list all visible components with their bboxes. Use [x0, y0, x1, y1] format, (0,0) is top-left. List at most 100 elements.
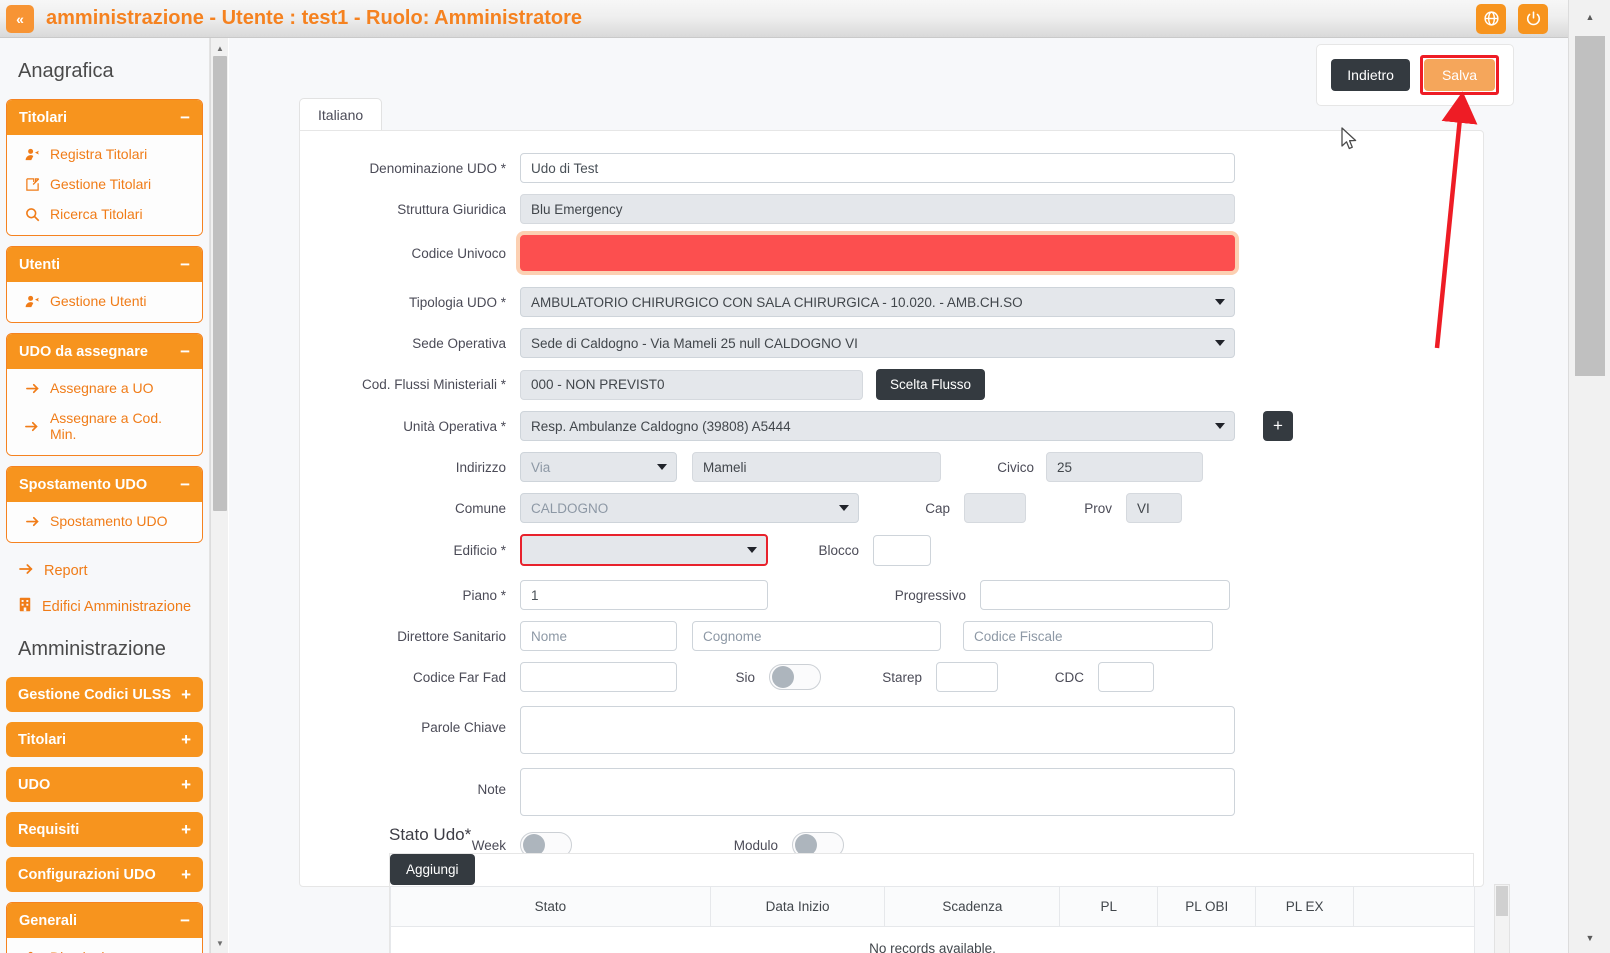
- sidebar-group-header[interactable]: Requisiti +: [6, 812, 203, 847]
- sidebar-group-header[interactable]: Titolari +: [6, 722, 203, 757]
- starep-input[interactable]: [936, 662, 998, 692]
- sidebar-group-label: Utenti: [19, 257, 60, 273]
- label-modulo: Modulo: [572, 838, 792, 853]
- label-prov: Prov: [1026, 501, 1126, 516]
- scroll-up-icon[interactable]: ▲: [211, 40, 229, 56]
- sidebar-group-label: Generali: [19, 913, 77, 929]
- codice-far-fad-input[interactable]: [520, 662, 677, 692]
- sidebar-group-label: UDO: [18, 777, 50, 793]
- sidebar-item-label: Ricerca Titolari: [50, 206, 143, 222]
- blocco-input[interactable]: [873, 535, 931, 566]
- edificio-select[interactable]: [520, 534, 768, 566]
- globe-icon[interactable]: [1476, 4, 1506, 34]
- mouse-cursor: [1340, 127, 1360, 158]
- codice-univoco-input[interactable]: [520, 235, 1235, 271]
- search-icon: [23, 207, 41, 222]
- sidebar-scrollbar[interactable]: ▲ ▼: [210, 38, 228, 953]
- sidebar-item-ricerca-titolari[interactable]: Ricerca Titolari: [7, 199, 202, 229]
- label-piano: Piano *: [310, 588, 520, 603]
- scroll-down-icon[interactable]: ▼: [211, 935, 229, 951]
- label-indirizzo: Indirizzo: [310, 460, 520, 475]
- indietro-button[interactable]: Indietro: [1331, 59, 1410, 91]
- comune-value: CALDOGNO: [531, 501, 608, 516]
- sidebar-group-titolari: Titolari − Registra Titolari Gestione Ti…: [6, 99, 203, 236]
- field-row-tipologia: Tipologia UDO * AMBULATORIO CHIRURGICO C…: [310, 287, 1463, 317]
- sidebar-group-header-spostamento-udo[interactable]: Spostamento UDO −: [7, 467, 202, 502]
- plus-icon: +: [181, 866, 191, 883]
- direttore-cognome-input[interactable]: [692, 621, 941, 651]
- sidebar-item-assegnare-a-uo[interactable]: Assegnare a UO: [7, 373, 202, 403]
- page-scrollbar-thumb[interactable]: [1575, 36, 1605, 376]
- scroll-down-icon[interactable]: ▼: [1575, 929, 1605, 947]
- col-scadenza[interactable]: Scadenza: [885, 887, 1060, 927]
- sidebar-item-gestione-titolari[interactable]: Gestione Titolari: [7, 169, 202, 199]
- sidebar-item-report[interactable]: Report: [0, 553, 209, 589]
- indirizzo-tipo-select[interactable]: Via: [520, 452, 677, 482]
- tab-italiano[interactable]: Italiano: [299, 98, 382, 132]
- sidebar-group-requisiti[interactable]: Requisiti +: [6, 812, 203, 847]
- label-progressivo: Progressivo: [768, 588, 980, 603]
- scelta-flusso-button[interactable]: Scelta Flusso: [876, 369, 985, 400]
- sidebar-item-assegnare-a-cod-min[interactable]: Assegnare a Cod. Min.: [7, 403, 202, 449]
- sidebar-group-header-udo-da-assegnare[interactable]: UDO da assegnare −: [7, 334, 202, 369]
- piano-input[interactable]: [520, 580, 768, 610]
- cdc-input[interactable]: [1098, 662, 1154, 692]
- table-row: No records available.: [391, 927, 1475, 953]
- sidebar-scrollbar-thumb[interactable]: [213, 56, 227, 511]
- unita-operativa-select[interactable]: Resp. Ambulanze Caldogno (39808) A5444: [520, 411, 1235, 441]
- chevron-down-icon: [747, 547, 757, 553]
- label-sede-operativa: Sede Operativa: [310, 336, 520, 351]
- sidebar-group-udo[interactable]: UDO +: [6, 767, 203, 802]
- field-row-direttore: Direttore Sanitario: [310, 621, 1463, 651]
- col-actions: [1354, 887, 1475, 927]
- cod-flussi-input: [520, 370, 863, 400]
- tipologia-udo-select[interactable]: AMBULATORIO CHIRURGICO CON SALA CHIRURGI…: [520, 287, 1235, 317]
- salva-button[interactable]: Salva: [1424, 59, 1495, 91]
- table-scrollbar[interactable]: [1494, 884, 1510, 953]
- power-icon[interactable]: [1518, 4, 1548, 34]
- sidebar-item-label: Assegnare a UO: [50, 380, 154, 396]
- add-unita-operativa-button[interactable]: +: [1263, 411, 1293, 441]
- sidebar-group-header[interactable]: Gestione Codici ULSS +: [6, 677, 203, 712]
- udo-form-panel: Denominazione UDO * Struttura Giuridica …: [299, 130, 1484, 887]
- direttore-cf-input[interactable]: [963, 621, 1213, 651]
- sio-toggle[interactable]: [769, 664, 821, 690]
- sidebar-group-header[interactable]: UDO +: [6, 767, 203, 802]
- sede-operativa-select[interactable]: Sede di Caldogno - Via Mameli 25 null CA…: [520, 328, 1235, 358]
- sidebar-group-configurazioni-udo[interactable]: Configurazioni UDO +: [6, 857, 203, 892]
- col-stato[interactable]: Stato: [391, 887, 711, 927]
- comune-select[interactable]: CALDOGNO: [520, 493, 859, 523]
- parole-chiave-textarea[interactable]: [520, 706, 1235, 754]
- table-scrollbar-thumb[interactable]: [1496, 886, 1508, 916]
- progressivo-input[interactable]: [980, 580, 1230, 610]
- note-textarea[interactable]: [520, 768, 1235, 816]
- sidebar-group-header[interactable]: Configurazioni UDO +: [6, 857, 203, 892]
- sidebar-group-header-utenti[interactable]: Utenti −: [7, 247, 202, 282]
- sidebar-group-label: Requisiti: [18, 822, 79, 838]
- label-codice-univoco: Codice Univoco: [310, 246, 520, 261]
- scroll-up-icon[interactable]: ▲: [1575, 8, 1605, 26]
- sidebar-item-edifici-amministrazione[interactable]: Edifici Amministrazione: [0, 589, 209, 624]
- sidebar-collapse-icon[interactable]: «: [6, 5, 34, 33]
- page-scrollbar[interactable]: ▲ ▼: [1568, 0, 1610, 953]
- sidebar-group-generali: Generali − Direzioni Distretti: [6, 902, 203, 953]
- sidebar-item-spostamento-udo[interactable]: Spostamento UDO: [7, 506, 202, 536]
- col-pl-obi[interactable]: PL OBI: [1158, 887, 1256, 927]
- direttore-nome-input[interactable]: [520, 621, 677, 651]
- indirizzo-via-input: [692, 452, 941, 482]
- sidebar-group-header-generali[interactable]: Generali −: [7, 903, 202, 938]
- sidebar-item-registra-titolari[interactable]: Registra Titolari: [7, 139, 202, 169]
- sidebar-item-label: Assegnare a Cod. Min.: [50, 410, 192, 442]
- col-pl[interactable]: PL: [1060, 887, 1158, 927]
- denominazione-input[interactable]: [520, 153, 1235, 183]
- sidebar-item-direzioni[interactable]: Direzioni: [7, 942, 202, 953]
- table-header-row: Stato Data Inizio Scadenza PL PL OBI PL …: [391, 887, 1475, 927]
- col-pl-ex[interactable]: PL EX: [1256, 887, 1354, 927]
- sidebar-group-titolari-admin[interactable]: Titolari +: [6, 722, 203, 757]
- aggiungi-button[interactable]: Aggiungi: [390, 854, 475, 885]
- sidebar-group-gestione-codici-ulss[interactable]: Gestione Codici ULSS +: [6, 677, 203, 712]
- label-struttura: Struttura Giuridica: [310, 202, 520, 217]
- sidebar-item-gestione-utenti[interactable]: Gestione Utenti: [7, 286, 202, 316]
- col-data-inizio[interactable]: Data Inizio: [710, 887, 885, 927]
- sidebar-group-header-titolari[interactable]: Titolari −: [7, 100, 202, 135]
